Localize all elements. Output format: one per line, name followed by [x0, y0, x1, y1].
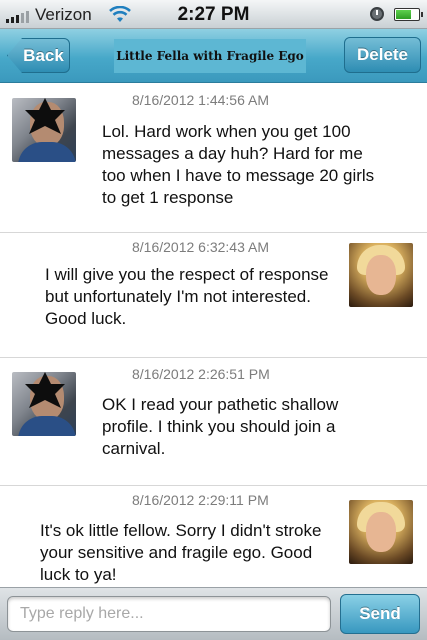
send-button-label: Send [359, 604, 401, 623]
message-timestamp: 8/16/2012 1:44:56 AM [132, 92, 269, 108]
message-text: I will give you the respect of response … [45, 265, 329, 328]
message-timestamp: 8/16/2012 2:29:11 PM [132, 492, 269, 508]
message-text: OK I read your pathetic shallow profile.… [102, 395, 339, 458]
delete-button[interactable]: Delete [344, 37, 421, 73]
send-button[interactable]: Send [340, 594, 420, 634]
contact-avatar [12, 372, 76, 436]
star-censor-icon [25, 372, 65, 408]
status-clock: 2:27 PM [177, 4, 250, 25]
navigation-bar: Back Little Fella with Fragile Ego Delet… [0, 29, 427, 83]
message-item: 8/16/2012 1:44:56 AM Lol. Hard work when… [0, 84, 427, 233]
alarm-clock-icon [370, 7, 384, 21]
message-timestamp: 8/16/2012 6:32:43 AM [132, 239, 269, 255]
message-timestamp: 8/16/2012 2:26:51 PM [132, 366, 270, 382]
status-bar: Verizon 2:27 PM [0, 0, 427, 29]
message-text: It's ok little fellow. Sorry I didn't st… [40, 521, 322, 584]
conversation-title: Little Fella with Fragile Ego [116, 49, 304, 63]
battery-icon [394, 8, 423, 21]
message-item: 8/16/2012 2:26:51 PM OK I read your path… [0, 358, 427, 486]
message-item: 8/16/2012 6:32:43 AM I will give you the… [0, 233, 427, 358]
message-item: 8/16/2012 2:29:11 PM It's ok little fell… [0, 486, 427, 587]
my-avatar [349, 500, 413, 564]
delete-button-label: Delete [356, 45, 409, 64]
reply-input[interactable] [7, 596, 331, 632]
reply-bar: Send [0, 587, 427, 640]
back-button[interactable]: Back [7, 38, 70, 73]
star-censor-icon [25, 98, 65, 134]
contact-avatar [12, 98, 76, 162]
message-text: Lol. Hard work when you get 100 messages… [102, 122, 375, 207]
conversation-title-area: Little Fella with Fragile Ego [114, 39, 306, 73]
my-avatar [349, 243, 413, 307]
message-list[interactable]: 8/16/2012 1:44:56 AM Lol. Hard work when… [0, 84, 427, 587]
back-button-label: Back [23, 45, 64, 65]
